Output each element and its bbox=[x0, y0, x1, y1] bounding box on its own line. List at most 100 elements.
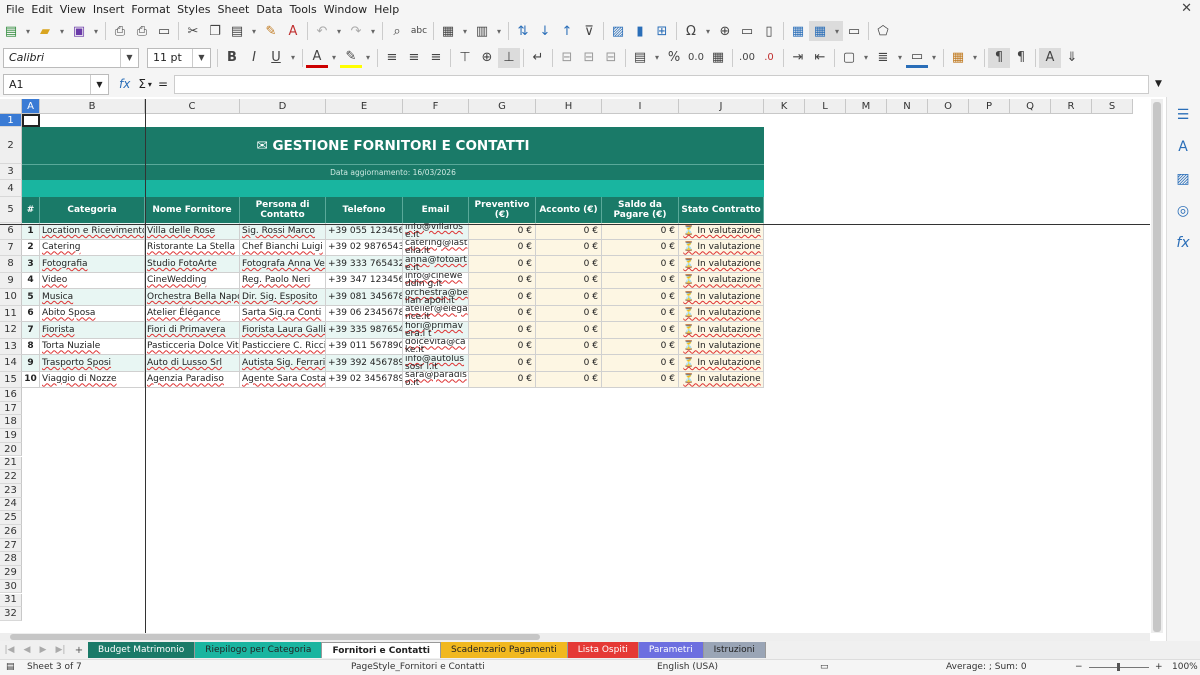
menu-tools[interactable]: Tools bbox=[290, 3, 324, 16]
functions-icon[interactable]: fx bbox=[1167, 229, 1199, 257]
sum-icon[interactable]: Σ bbox=[138, 77, 146, 91]
cell-saldo[interactable]: 0 € bbox=[602, 322, 679, 339]
border-style-icon[interactable]: ≣ bbox=[872, 48, 894, 68]
status-menu-icon[interactable]: ▤ bbox=[6, 662, 15, 672]
clone-formatting-icon[interactable]: ✎ bbox=[260, 21, 282, 41]
borders-dropdown-icon[interactable]: ▾ bbox=[860, 48, 872, 68]
cell-saldo[interactable]: 0 € bbox=[602, 223, 679, 240]
percent-format-icon[interactable]: % bbox=[663, 48, 685, 68]
cell-n[interactable]: 3 bbox=[22, 256, 40, 273]
copy-icon[interactable]: ❐ bbox=[204, 21, 226, 41]
border-style-dropdown-icon[interactable]: ▾ bbox=[894, 48, 906, 68]
font-size-box[interactable]: 11 pt ▼ bbox=[147, 47, 211, 68]
cell-nome[interactable]: Ristorante La Stella bbox=[145, 239, 240, 256]
row-header-13[interactable]: 13 bbox=[0, 338, 22, 355]
unmerge-cells-icon[interactable]: ⊟ bbox=[600, 48, 622, 68]
cell-acc[interactable]: 0 € bbox=[536, 239, 602, 256]
menu-view[interactable]: View bbox=[60, 3, 93, 16]
cell-saldo[interactable]: 0 € bbox=[602, 338, 679, 355]
row-header-6[interactable]: 6 bbox=[0, 223, 22, 240]
row-header-28[interactable]: 28 bbox=[0, 552, 22, 567]
row-header-23[interactable]: 23 bbox=[0, 483, 22, 498]
sort-ascending-icon[interactable]: ↓ bbox=[534, 21, 556, 41]
menu-insert[interactable]: Insert bbox=[93, 3, 132, 16]
cell-n[interactable]: 5 bbox=[22, 289, 40, 306]
menu-styles[interactable]: Styles bbox=[177, 3, 217, 16]
row-header-30[interactable]: 30 bbox=[0, 579, 22, 594]
clear-formatting-icon[interactable]: A bbox=[282, 21, 304, 41]
menu-format[interactable]: Format bbox=[131, 3, 177, 16]
save-dropdown-icon[interactable]: ▾ bbox=[90, 21, 102, 41]
first-sheet-icon[interactable]: |◀ bbox=[5, 645, 15, 655]
menu-data[interactable]: Data bbox=[256, 3, 289, 16]
column-header-b[interactable]: B bbox=[40, 99, 145, 114]
vertical-scroll-thumb[interactable] bbox=[1153, 102, 1161, 632]
cell-stato[interactable]: ⏳ In valutazione bbox=[679, 289, 764, 306]
cell-stato[interactable]: ⏳ In valutazione bbox=[679, 322, 764, 339]
sheet-tab-6[interactable]: Parametri bbox=[638, 642, 704, 658]
sort-icon[interactable]: ⇅ bbox=[512, 21, 534, 41]
cell-nome[interactable]: Atelier Élégance bbox=[145, 305, 240, 322]
column-header-s[interactable]: S bbox=[1092, 99, 1133, 114]
cell-prev[interactable]: 0 € bbox=[469, 322, 536, 339]
merge-center-icon[interactable]: ⊟ bbox=[556, 48, 578, 68]
column-header-f[interactable]: F bbox=[403, 99, 469, 114]
cell-saldo[interactable]: 0 € bbox=[602, 289, 679, 306]
cell-categoria[interactable]: Video bbox=[40, 272, 145, 289]
autofilter-icon[interactable]: ⊽ bbox=[578, 21, 600, 41]
cell-prev[interactable]: 0 € bbox=[469, 371, 536, 388]
sum-dropdown-icon[interactable]: ▾ bbox=[148, 80, 152, 89]
row-header-8[interactable]: 8 bbox=[0, 256, 22, 273]
row-header-27[interactable]: 27 bbox=[0, 538, 22, 553]
cell-email[interactable]: anna@fotoarte.it bbox=[403, 256, 469, 273]
cell-n[interactable]: 2 bbox=[22, 239, 40, 256]
cell-prev[interactable]: 0 € bbox=[469, 355, 536, 372]
row-header-32[interactable]: 32 bbox=[0, 607, 22, 621]
delete-decimal-icon[interactable]: .0 bbox=[758, 48, 780, 68]
row-header-10[interactable]: 10 bbox=[0, 289, 22, 306]
row-header-3[interactable]: 3 bbox=[0, 164, 22, 180]
row-header-14[interactable]: 14 bbox=[0, 355, 22, 372]
cell-tel[interactable]: +39 02 9876543 bbox=[326, 239, 403, 256]
new-document-icon[interactable]: ▤ bbox=[0, 21, 22, 41]
sheet-tab-3[interactable]: Fornitori e Contatti bbox=[322, 642, 441, 658]
rtl-text-icon[interactable]: ¶ bbox=[1010, 48, 1032, 68]
zoom-slider-handle[interactable] bbox=[1117, 663, 1120, 671]
row-header-15[interactable]: 15 bbox=[0, 371, 22, 388]
cell-categoria[interactable]: Trasporto Sposi bbox=[40, 355, 145, 372]
cut-icon[interactable]: ✂ bbox=[182, 21, 204, 41]
sort-descending-icon[interactable]: ↑ bbox=[556, 21, 578, 41]
sheet-tab-5[interactable]: Lista Ospiti bbox=[567, 642, 639, 658]
align-bottom-icon[interactable]: ⊥ bbox=[498, 47, 520, 68]
column-header-h[interactable]: H bbox=[536, 99, 602, 114]
split-window-icon[interactable]: ▭ bbox=[843, 21, 865, 41]
row-header-25[interactable]: 25 bbox=[0, 511, 22, 525]
column-header-q[interactable]: Q bbox=[1010, 99, 1051, 114]
cell-contatto[interactable]: Sarta Sig.ra Conti bbox=[240, 305, 326, 322]
horizontal-scrollbar[interactable] bbox=[0, 633, 1150, 641]
cell-saldo[interactable]: 0 € bbox=[602, 272, 679, 289]
cell-categoria[interactable]: Location e Ricevimento bbox=[40, 223, 145, 240]
insert-image-icon[interactable]: ▨ bbox=[607, 21, 629, 41]
undo-icon[interactable]: ↶ bbox=[311, 21, 333, 41]
highlight-dropdown-icon[interactable]: ▾ bbox=[362, 48, 374, 68]
cell-saldo[interactable]: 0 € bbox=[602, 355, 679, 372]
cell-tel[interactable]: +39 02 3456789 bbox=[326, 371, 403, 388]
font-name-dropdown-icon[interactable]: ▼ bbox=[120, 48, 138, 67]
column-header-o[interactable]: O bbox=[928, 99, 969, 114]
name-box-dropdown-icon[interactable]: ▼ bbox=[90, 74, 108, 94]
cell-acc[interactable]: 0 € bbox=[536, 223, 602, 240]
cell-nome[interactable]: Villa delle Rose bbox=[145, 223, 240, 240]
zoom-in-icon[interactable]: + bbox=[1155, 662, 1163, 672]
row-header-19[interactable]: 19 bbox=[0, 429, 22, 443]
cell-categoria[interactable]: Musica bbox=[40, 289, 145, 306]
cell-n[interactable]: 7 bbox=[22, 322, 40, 339]
cell-email[interactable]: info@villarose.it bbox=[403, 223, 469, 240]
align-right-icon[interactable]: ≡ bbox=[425, 48, 447, 68]
page-style[interactable]: PageStyle_Fornitori e Contatti bbox=[351, 662, 485, 672]
cell-email[interactable]: dolcevita@cake.it bbox=[403, 338, 469, 355]
cell-nome[interactable]: Auto di Lusso Srl bbox=[145, 355, 240, 372]
menu-help[interactable]: Help bbox=[374, 3, 406, 16]
number-format-icon[interactable]: 0.0 bbox=[685, 48, 707, 68]
menu-window[interactable]: Window bbox=[324, 3, 374, 16]
